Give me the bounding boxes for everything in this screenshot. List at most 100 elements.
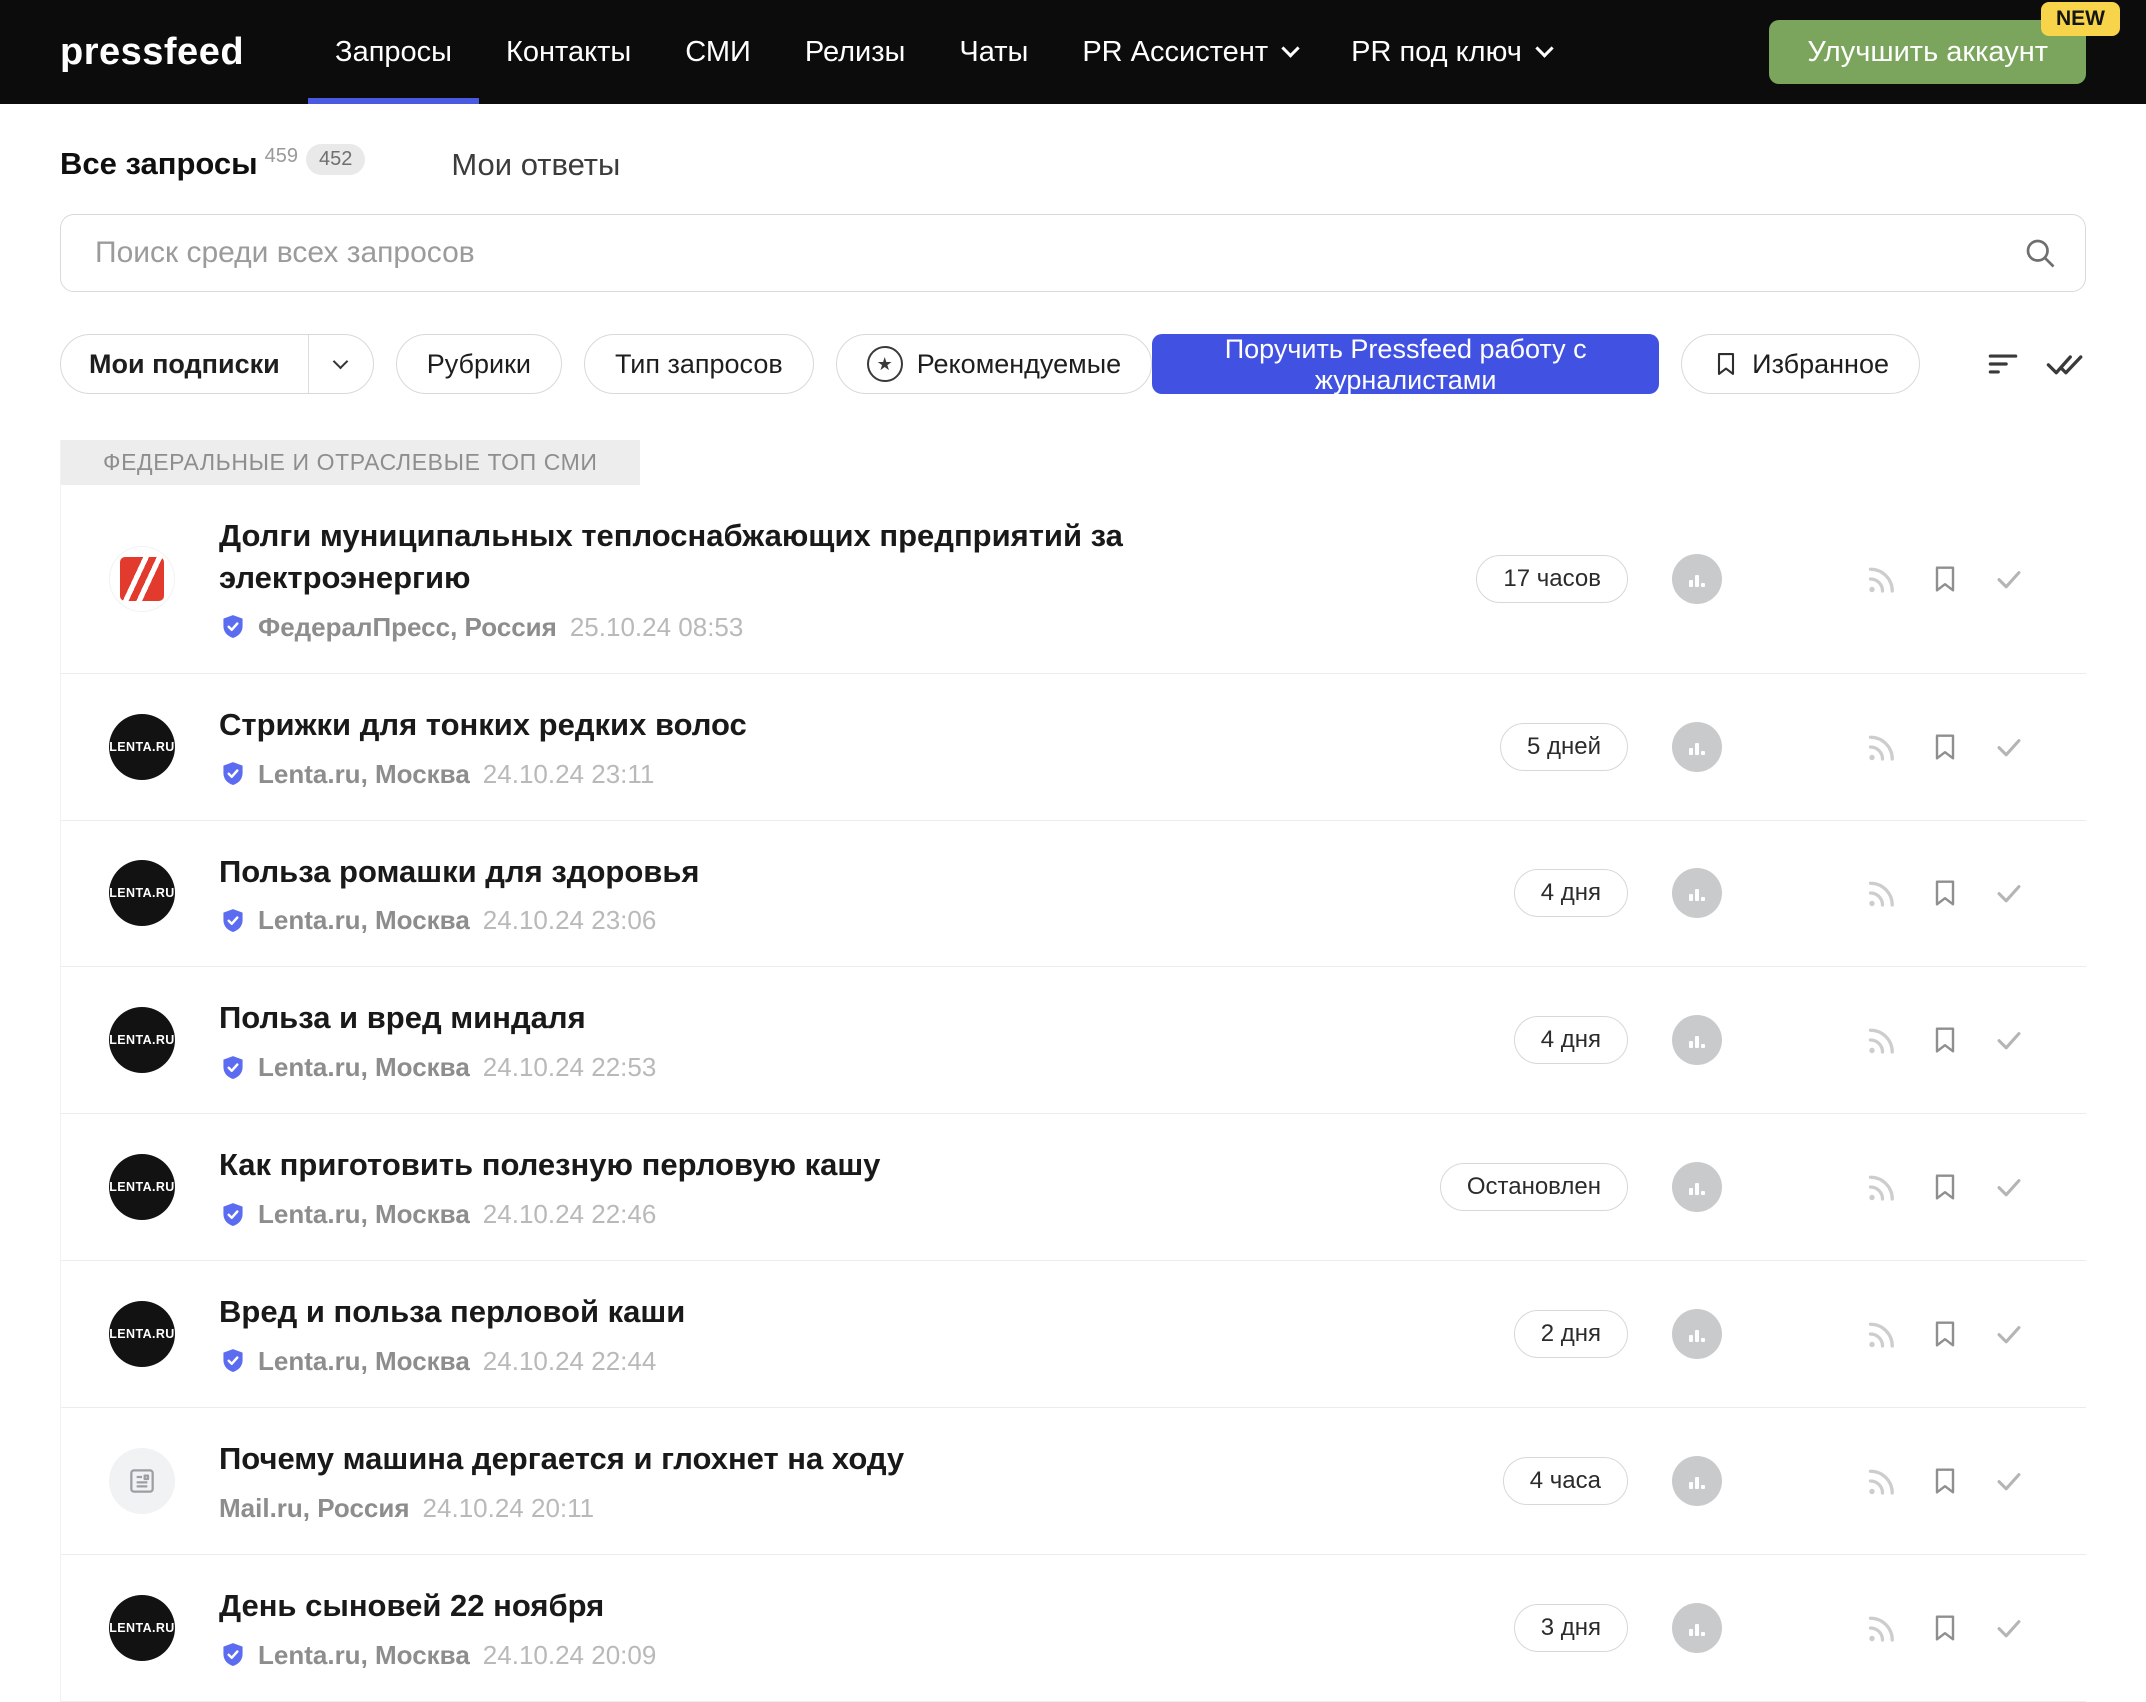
source-name: Lenta.ru, Москва bbox=[258, 1199, 470, 1230]
request-content: Польза и вред миндаля Lenta.ru, Москва 2… bbox=[219, 997, 1514, 1083]
bookmark-icon[interactable] bbox=[1926, 1021, 1964, 1059]
check-icon[interactable] bbox=[1990, 1021, 2028, 1059]
filter-my-subscriptions-label: Мои подписки bbox=[61, 349, 308, 380]
rss-icon[interactable] bbox=[1862, 560, 1900, 598]
stats-icon[interactable] bbox=[1672, 722, 1722, 772]
source-name: Lenta.ru, Москва bbox=[258, 1346, 470, 1377]
new-requests-badge: 452 bbox=[306, 144, 365, 175]
filters-row: Мои подписки Рубрики Тип запросов ★ Реко… bbox=[60, 334, 2086, 394]
verified-icon bbox=[219, 1054, 247, 1082]
request-datetime: 24.10.24 23:11 bbox=[483, 759, 655, 790]
request-controls: 4 часа bbox=[1503, 1456, 2086, 1506]
nav-item-3[interactable]: СМИ bbox=[658, 0, 778, 104]
request-title[interactable]: Польза и вред миндаля bbox=[219, 997, 1229, 1039]
tab-all-requests-label: Все запросы bbox=[60, 146, 258, 181]
check-icon[interactable] bbox=[1990, 560, 2028, 598]
nav-item-7[interactable]: PR под ключ bbox=[1324, 0, 1578, 104]
rss-icon[interactable] bbox=[1862, 1462, 1900, 1500]
favorites-button[interactable]: Избранное bbox=[1681, 334, 1920, 394]
sort-icon[interactable] bbox=[1984, 345, 2022, 383]
request-title[interactable]: Почему машина дергается и глохнет на ход… bbox=[219, 1438, 1229, 1480]
nav-item-5[interactable]: Чаты bbox=[932, 0, 1055, 104]
tab-my-answers[interactable]: Мои ответы bbox=[451, 147, 620, 183]
bookmark-icon[interactable] bbox=[1926, 560, 1964, 598]
bookmark-icon[interactable] bbox=[1926, 1462, 1964, 1500]
request-row[interactable]: Почему машина дергается и глохнет на ход… bbox=[61, 1408, 2086, 1555]
document-icon bbox=[126, 1465, 158, 1497]
nav-item-4[interactable]: Релизы bbox=[778, 0, 933, 104]
check-icon[interactable] bbox=[1990, 1462, 2028, 1500]
request-title[interactable]: Долги муниципальных теплоснабжающих пред… bbox=[219, 515, 1229, 599]
source-logo: LENTA.RU bbox=[109, 1154, 175, 1220]
check-icon[interactable] bbox=[1990, 728, 2028, 766]
filter-rubrics[interactable]: Рубрики bbox=[396, 334, 562, 394]
request-row[interactable]: LENTA.RU Стрижки для тонких редких волос… bbox=[61, 674, 2086, 821]
request-row[interactable]: LENTA.RU Как приготовить полезную перлов… bbox=[61, 1114, 2086, 1261]
rss-icon[interactable] bbox=[1862, 1021, 1900, 1059]
rss-icon[interactable] bbox=[1862, 1609, 1900, 1647]
request-controls: 3 дня bbox=[1514, 1603, 2086, 1653]
stats-icon[interactable] bbox=[1672, 1603, 1722, 1653]
source-logo: LENTA.RU bbox=[109, 860, 175, 926]
subscriptions-dropdown-button[interactable] bbox=[309, 361, 373, 367]
upgrade-area: Улучшить аккаунт NEW bbox=[1769, 0, 2086, 104]
search-input[interactable] bbox=[60, 214, 2086, 292]
source-name: Lenta.ru, Москва bbox=[258, 759, 470, 790]
source-logo bbox=[109, 546, 175, 612]
search-bar bbox=[60, 214, 2086, 292]
upgrade-account-button[interactable]: Улучшить аккаунт bbox=[1769, 20, 2086, 84]
source-logo: LENTA.RU bbox=[109, 1595, 175, 1661]
stats-icon[interactable] bbox=[1672, 1162, 1722, 1212]
request-row[interactable]: LENTA.RU Польза и вред миндаля Lenta.ru,… bbox=[61, 967, 2086, 1114]
rss-icon[interactable] bbox=[1862, 1168, 1900, 1206]
request-title[interactable]: Как приготовить полезную перловую кашу bbox=[219, 1144, 1229, 1186]
stats-icon[interactable] bbox=[1672, 1015, 1722, 1065]
bookmark-icon[interactable] bbox=[1926, 728, 1964, 766]
request-row[interactable]: LENTA.RU Польза ромашки для здоровья Len… bbox=[61, 821, 2086, 968]
bookmark-icon[interactable] bbox=[1926, 1609, 1964, 1647]
stats-icon[interactable] bbox=[1672, 554, 1722, 604]
request-datetime: 24.10.24 23:06 bbox=[483, 905, 657, 936]
stats-icon[interactable] bbox=[1672, 868, 1722, 918]
stats-icon[interactable] bbox=[1672, 1309, 1722, 1359]
check-icon[interactable] bbox=[1990, 1168, 2028, 1206]
source-name: ФедералПресс, Россия bbox=[258, 612, 557, 643]
bookmark-icon[interactable] bbox=[1926, 874, 1964, 912]
search-icon[interactable] bbox=[2022, 235, 2058, 276]
rss-icon[interactable] bbox=[1862, 1315, 1900, 1353]
request-title[interactable]: Польза ромашки для здоровья bbox=[219, 851, 1229, 893]
request-row[interactable]: LENTA.RU День сыновей 22 ноября Lenta.ru… bbox=[61, 1555, 2086, 1702]
check-icon[interactable] bbox=[1990, 1315, 2028, 1353]
tab-all-requests[interactable]: Все запросы459452 bbox=[60, 146, 365, 184]
bookmark-icon[interactable] bbox=[1926, 1315, 1964, 1353]
request-meta: Lenta.ru, Москва 24.10.24 23:11 bbox=[219, 759, 1470, 790]
filter-request-types[interactable]: Тип запросов bbox=[584, 334, 814, 394]
rss-icon[interactable] bbox=[1862, 728, 1900, 766]
nav-item-1[interactable]: Запросы bbox=[308, 0, 479, 104]
deadline-pill: 2 дня bbox=[1514, 1310, 1628, 1358]
request-title[interactable]: Вред и польза перловой каши bbox=[219, 1291, 1229, 1333]
stats-icon[interactable] bbox=[1672, 1456, 1722, 1506]
rss-icon[interactable] bbox=[1862, 874, 1900, 912]
request-row[interactable]: LENTA.RU Вред и польза перловой каши Len… bbox=[61, 1261, 2086, 1408]
mark-all-read-icon[interactable] bbox=[2044, 343, 2086, 385]
check-icon[interactable] bbox=[1990, 874, 2028, 912]
bookmark-icon[interactable] bbox=[1926, 1168, 1964, 1206]
request-content: Стрижки для тонких редких волос Lenta.ru… bbox=[219, 704, 1500, 790]
filter-recommended[interactable]: ★ Рекомендуемые bbox=[836, 334, 1152, 394]
chevron-down-icon bbox=[333, 354, 349, 370]
filter-my-subscriptions[interactable]: Мои подписки bbox=[60, 334, 374, 394]
pressfeed-logo[interactable]: pressfeed bbox=[60, 0, 244, 104]
request-title[interactable]: День сыновей 22 ноября bbox=[219, 1585, 1229, 1627]
check-icon[interactable] bbox=[1990, 1609, 2028, 1647]
request-content: Долги муниципальных теплоснабжающих пред… bbox=[219, 515, 1476, 643]
nav-item-2[interactable]: Контакты bbox=[479, 0, 658, 104]
request-row[interactable]: Долги муниципальных теплоснабжающих пред… bbox=[61, 485, 2086, 674]
tab-my-answers-label: Мои ответы bbox=[451, 147, 620, 182]
delegate-to-pressfeed-button[interactable]: Поручить Pressfeed работу с журналистами bbox=[1152, 334, 1659, 394]
nav-item-6[interactable]: PR Ассистент bbox=[1055, 0, 1324, 104]
request-title[interactable]: Стрижки для тонких редких волос bbox=[219, 704, 1229, 746]
requests-list: ФЕДЕРАЛЬНЫЕ И ОТРАСЛЕВЫЕ ТОП СМИ Долги м… bbox=[60, 440, 2086, 1702]
request-datetime: 24.10.24 20:11 bbox=[423, 1493, 595, 1524]
request-meta: Lenta.ru, Москва 24.10.24 22:53 bbox=[219, 1052, 1484, 1083]
